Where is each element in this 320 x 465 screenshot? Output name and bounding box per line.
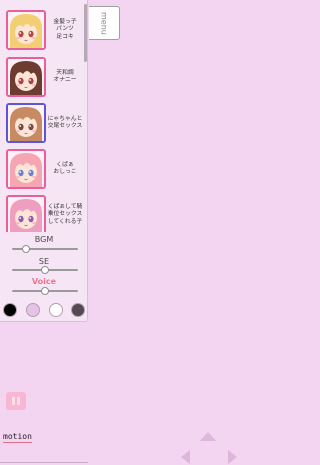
move-up-button[interactable]	[200, 432, 216, 441]
pause-icon	[6, 392, 26, 410]
scene-label: 金髪っ子 パンツ 足コキ	[53, 18, 77, 40]
scene-label: くぱぁして騎 乗位セックス してくれる子	[47, 203, 83, 225]
scene-item[interactable]: くぱぁして騎 乗位セックス してくれる子	[0, 195, 83, 232]
character-portrait	[8, 59, 44, 95]
character-thumbnail[interactable]	[6, 57, 46, 97]
scene-item[interactable]: くぱぁ おしっこ	[0, 149, 83, 189]
bgm-slider[interactable]	[12, 245, 78, 253]
character-portrait	[8, 105, 44, 141]
up-arrow-icon	[200, 432, 216, 441]
scene-label: くぱぁ おしっこ	[53, 161, 77, 176]
app-screen: { "theme": { "background": "#f3d4f1", "p…	[0, 0, 241, 465]
se-slider[interactable]	[12, 266, 78, 274]
scrollbar-thumb[interactable]	[84, 4, 87, 62]
se-slider-knob[interactable]	[41, 266, 49, 274]
bgm-slider-knob[interactable]	[22, 245, 31, 253]
move-right-button[interactable]	[228, 450, 237, 464]
motion-button[interactable]: motion	[3, 432, 32, 443]
voice-slider[interactable]	[12, 287, 78, 295]
move-left-button[interactable]	[181, 450, 190, 464]
scene-label: 天和調 オナニー	[53, 69, 77, 84]
scene-panel: 金髪っ子 パンツ 足コキ 天和調 オナニー にゃちゃんと 交尾セックス くぱぁ …	[0, 0, 88, 322]
menu-tab[interactable]: menu	[89, 6, 120, 40]
voice-slider-knob[interactable]	[41, 287, 49, 295]
scene-item[interactable]: にゃちゃんと 交尾セックス	[0, 103, 83, 143]
bgm-label: BGM	[34, 235, 54, 244]
bottom-divider	[0, 462, 88, 463]
color-swatch-pink[interactable]	[26, 303, 40, 317]
character-thumbnail[interactable]	[6, 10, 46, 50]
color-swatch-dark-gray[interactable]	[71, 303, 85, 317]
scene-label: にゃちゃんと 交尾セックス	[47, 115, 83, 130]
character-thumbnail[interactable]	[6, 103, 46, 143]
color-swatch-white[interactable]	[49, 303, 63, 317]
left-arrow-icon	[181, 450, 190, 464]
character-portrait	[8, 197, 44, 232]
color-swatch-black[interactable]	[3, 303, 17, 317]
voice-label: Voice	[31, 277, 57, 286]
menu-label: menu	[99, 11, 109, 35]
character-thumbnail[interactable]	[6, 149, 46, 189]
right-arrow-icon	[228, 450, 237, 464]
pause-button[interactable]	[6, 392, 26, 410]
scene-list: 金髪っ子 パンツ 足コキ 天和調 オナニー にゃちゃんと 交尾セックス くぱぁ …	[0, 0, 83, 232]
scene-list-scrollbar[interactable]	[83, 2, 87, 230]
character-portrait	[8, 12, 44, 48]
se-label: SE	[38, 257, 50, 266]
scene-item[interactable]: 天和調 オナニー	[0, 57, 83, 97]
scene-item[interactable]: 金髪っ子 パンツ 足コキ	[0, 10, 83, 50]
character-thumbnail[interactable]	[6, 195, 46, 232]
character-portrait	[8, 151, 44, 187]
